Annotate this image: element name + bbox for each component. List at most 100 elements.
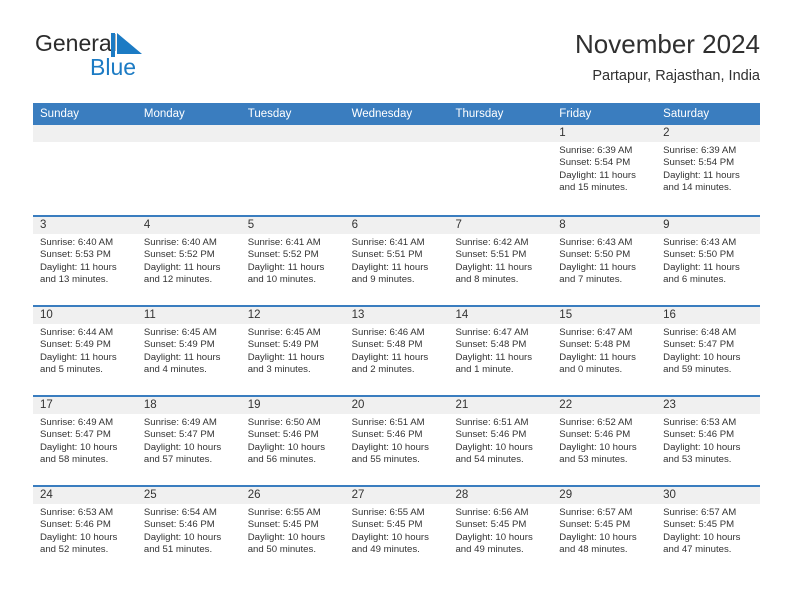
day-cell[interactable]: 22 Sunrise: 6:52 AM Sunset: 5:46 PM Dayligh… bbox=[552, 397, 657, 485]
weekday-header-saturday: Saturday bbox=[663, 108, 710, 120]
day-cell[interactable]: 19 Sunrise: 6:50 AM Sunset: 5:46 PM Dayligh… bbox=[240, 397, 345, 485]
daylight-duration-line2: and 12 minutes. bbox=[143, 274, 213, 286]
sunrise-time: Sunrise: 6:48 AM bbox=[663, 327, 737, 338]
day-sun-info: Sunrise: 6:45 AM Sunset: 5:49 PM Daylight:… bbox=[241, 324, 345, 377]
day-cell[interactable]: 3 Sunrise: 6:40 AM Sunset: 5:53 PM Daylight… bbox=[33, 217, 137, 305]
day-cell[interactable]: 7 Sunrise: 6:42 AM Sunset: 5:51 PM Daylight… bbox=[448, 217, 553, 305]
day-cell[interactable]: 4 Sunrise: 6:40 AM Sunset: 5:52 PM Daylight… bbox=[136, 217, 241, 305]
daylight-duration-line1: Daylight: 11 hours bbox=[559, 351, 636, 363]
daylight-duration-line1: Daylight: 10 hours bbox=[559, 441, 637, 453]
day-sun-info: Sunrise: 6:50 AM Sunset: 5:46 PM Daylight:… bbox=[241, 414, 345, 467]
day-cell[interactable]: 1 Sunrise: 6:39 AM Sunset: 5:54 PM Daylight… bbox=[552, 125, 657, 215]
day-cell-empty bbox=[344, 125, 449, 215]
day-number-band: 29 bbox=[552, 487, 657, 504]
day-cell[interactable]: 30 Sunrise: 6:57 AM Sunset: 5:45 PM Dayligh… bbox=[656, 487, 761, 575]
day-sun-info: Sunrise: 6:41 AM Sunset: 5:52 PM Daylight:… bbox=[241, 234, 345, 287]
logo-general-blue[interactable]: General Blue bbox=[33, 28, 233, 88]
weekday-header-sunday: Sunday bbox=[40, 108, 80, 120]
day-cell[interactable]: 15 Sunrise: 6:47 AM Sunset: 5:48 PM Dayligh… bbox=[552, 307, 657, 395]
sunrise-time: Sunrise: 6:49 AM bbox=[143, 417, 217, 428]
day-sun-info: Sunrise: 6:42 AM Sunset: 5:51 PM Daylight:… bbox=[448, 234, 552, 287]
day-number-band: 24 bbox=[33, 487, 137, 504]
day-number-band: 2 bbox=[656, 125, 761, 142]
day-cell[interactable]: 29 Sunrise: 6:57 AM Sunset: 5:45 PM Dayligh… bbox=[552, 487, 657, 575]
day-cell[interactable]: 24 Sunrise: 6:53 AM Sunset: 5:46 PM Dayligh… bbox=[33, 487, 137, 575]
day-number-band: 21 bbox=[448, 397, 553, 414]
sunrise-time: Sunrise: 6:53 AM bbox=[663, 417, 737, 428]
day-number: 18 bbox=[143, 399, 157, 411]
daylight-duration-line2: and 55 minutes. bbox=[351, 454, 420, 466]
sunrise-time: Sunrise: 6:45 AM bbox=[247, 327, 321, 338]
page-title: November 2024 bbox=[575, 29, 760, 59]
day-sun-info: Sunrise: 6:43 AM Sunset: 5:50 PM Daylight:… bbox=[552, 234, 656, 287]
day-number: 3 bbox=[40, 219, 47, 231]
day-cell[interactable]: 26 Sunrise: 6:55 AM Sunset: 5:45 PM Dayligh… bbox=[240, 487, 345, 575]
day-cell[interactable]: 8 Sunrise: 6:43 AM Sunset: 5:50 PM Daylight… bbox=[552, 217, 657, 305]
day-cell[interactable]: 2 Sunrise: 6:39 AM Sunset: 5:54 PM Daylight… bbox=[656, 125, 761, 215]
daylight-duration-line1: Daylight: 10 hours bbox=[40, 531, 118, 543]
weekday-header-row: Sunday Monday Tuesday Wednesday Thursday… bbox=[33, 103, 760, 125]
day-number-band: 19 bbox=[240, 397, 345, 414]
day-cell-empty bbox=[136, 125, 241, 215]
day-cell[interactable]: 20 Sunrise: 6:51 AM Sunset: 5:46 PM Dayligh… bbox=[344, 397, 449, 485]
daylight-duration-line1: Daylight: 11 hours bbox=[663, 261, 740, 273]
daylight-duration-line1: Daylight: 11 hours bbox=[559, 261, 636, 273]
day-cell[interactable]: 14 Sunrise: 6:47 AM Sunset: 5:48 PM Dayligh… bbox=[448, 307, 553, 395]
day-number: 2 bbox=[663, 127, 670, 139]
day-sun-info: Sunrise: 6:39 AM Sunset: 5:54 PM Daylight:… bbox=[656, 142, 760, 195]
daylight-duration-line1: Daylight: 10 hours bbox=[143, 531, 222, 543]
day-cell[interactable]: 16 Sunrise: 6:48 AM Sunset: 5:47 PM Dayligh… bbox=[656, 307, 761, 395]
day-cell[interactable]: 27 Sunrise: 6:55 AM Sunset: 5:45 PM Dayligh… bbox=[344, 487, 449, 575]
day-cell[interactable]: 13 Sunrise: 6:46 AM Sunset: 5:48 PM Dayligh… bbox=[344, 307, 449, 395]
daylight-duration-line2: and 48 minutes. bbox=[559, 544, 628, 556]
day-sun-info: Sunrise: 6:45 AM Sunset: 5:49 PM Daylight:… bbox=[137, 324, 241, 377]
day-number-band: 13 bbox=[344, 307, 449, 324]
day-sun-info: Sunrise: 6:47 AM Sunset: 5:48 PM Daylight:… bbox=[552, 324, 656, 377]
day-number: 17 bbox=[40, 399, 53, 411]
sunset-time: Sunset: 5:50 PM bbox=[663, 249, 735, 261]
day-cell[interactable]: 25 Sunrise: 6:54 AM Sunset: 5:46 PM Dayligh… bbox=[136, 487, 241, 575]
title-block: November 2024 Partapur, Rajasthan, India bbox=[575, 28, 760, 87]
daylight-duration-line1: Daylight: 10 hours bbox=[559, 531, 637, 543]
sunset-time: Sunset: 5:46 PM bbox=[559, 429, 631, 441]
calendar-week-row: 1 Sunrise: 6:39 AM Sunset: 5:54 PM Daylight… bbox=[33, 125, 761, 215]
day-cell[interactable]: 12 Sunrise: 6:45 AM Sunset: 5:49 PM Dayligh… bbox=[240, 307, 345, 395]
weekday-header-thursday: Thursday bbox=[455, 108, 504, 120]
day-cell[interactable]: 23 Sunrise: 6:53 AM Sunset: 5:46 PM Dayligh… bbox=[656, 397, 761, 485]
day-number-band: 11 bbox=[136, 307, 241, 324]
sunset-time: Sunset: 5:50 PM bbox=[559, 249, 631, 261]
day-sun-info: Sunrise: 6:57 AM Sunset: 5:45 PM Daylight:… bbox=[552, 504, 656, 557]
daylight-duration-line1: Daylight: 10 hours bbox=[40, 441, 118, 453]
day-cell[interactable]: 10 Sunrise: 6:44 AM Sunset: 5:49 PM Dayligh… bbox=[33, 307, 137, 395]
day-number-band: 14 bbox=[448, 307, 553, 324]
sunrise-time: Sunrise: 6:43 AM bbox=[559, 237, 633, 248]
day-cell[interactable]: 18 Sunrise: 6:49 AM Sunset: 5:47 PM Dayligh… bbox=[136, 397, 241, 485]
day-number-band: 9 bbox=[656, 217, 761, 234]
day-cell[interactable]: 21 Sunrise: 6:51 AM Sunset: 5:46 PM Dayligh… bbox=[448, 397, 553, 485]
day-cell[interactable]: 6 Sunrise: 6:41 AM Sunset: 5:51 PM Daylight… bbox=[344, 217, 449, 305]
sunset-time: Sunset: 5:47 PM bbox=[143, 429, 215, 441]
sunset-time: Sunset: 5:47 PM bbox=[40, 429, 111, 441]
day-number-band: 6 bbox=[344, 217, 449, 234]
weekday-header-wednesday: Wednesday bbox=[351, 108, 413, 120]
day-cell[interactable]: 28 Sunrise: 6:56 AM Sunset: 5:45 PM Dayligh… bbox=[448, 487, 553, 575]
day-cell[interactable]: 9 Sunrise: 6:43 AM Sunset: 5:50 PM Daylight… bbox=[656, 217, 761, 305]
daylight-duration-line2: and 57 minutes. bbox=[143, 454, 213, 466]
day-cell[interactable]: 5 Sunrise: 6:41 AM Sunset: 5:52 PM Daylight… bbox=[240, 217, 345, 305]
day-cell[interactable]: 17 Sunrise: 6:49 AM Sunset: 5:47 PM Dayligh… bbox=[33, 397, 137, 485]
calendar-week-row: 3 Sunrise: 6:40 AM Sunset: 5:53 PM Daylight… bbox=[33, 215, 761, 305]
daylight-duration-line1: Daylight: 10 hours bbox=[143, 441, 222, 453]
day-cell[interactable]: 11 Sunrise: 6:45 AM Sunset: 5:49 PM Dayligh… bbox=[136, 307, 241, 395]
day-sun-info: Sunrise: 6:54 AM Sunset: 5:46 PM Daylight:… bbox=[137, 504, 241, 557]
sunrise-time: Sunrise: 6:47 AM bbox=[559, 327, 633, 338]
day-number-band: 25 bbox=[136, 487, 241, 504]
logo-text-general: General bbox=[35, 30, 117, 56]
sunset-time: Sunset: 5:45 PM bbox=[559, 519, 631, 531]
sunrise-time: Sunrise: 6:57 AM bbox=[663, 507, 737, 518]
sunset-time: Sunset: 5:47 PM bbox=[663, 339, 735, 351]
day-number-band: 5 bbox=[240, 217, 345, 234]
day-number: 13 bbox=[351, 309, 365, 321]
sunset-time: Sunset: 5:48 PM bbox=[351, 339, 423, 351]
daylight-duration-line1: Daylight: 11 hours bbox=[559, 169, 636, 181]
sunrise-time: Sunrise: 6:41 AM bbox=[351, 237, 425, 248]
